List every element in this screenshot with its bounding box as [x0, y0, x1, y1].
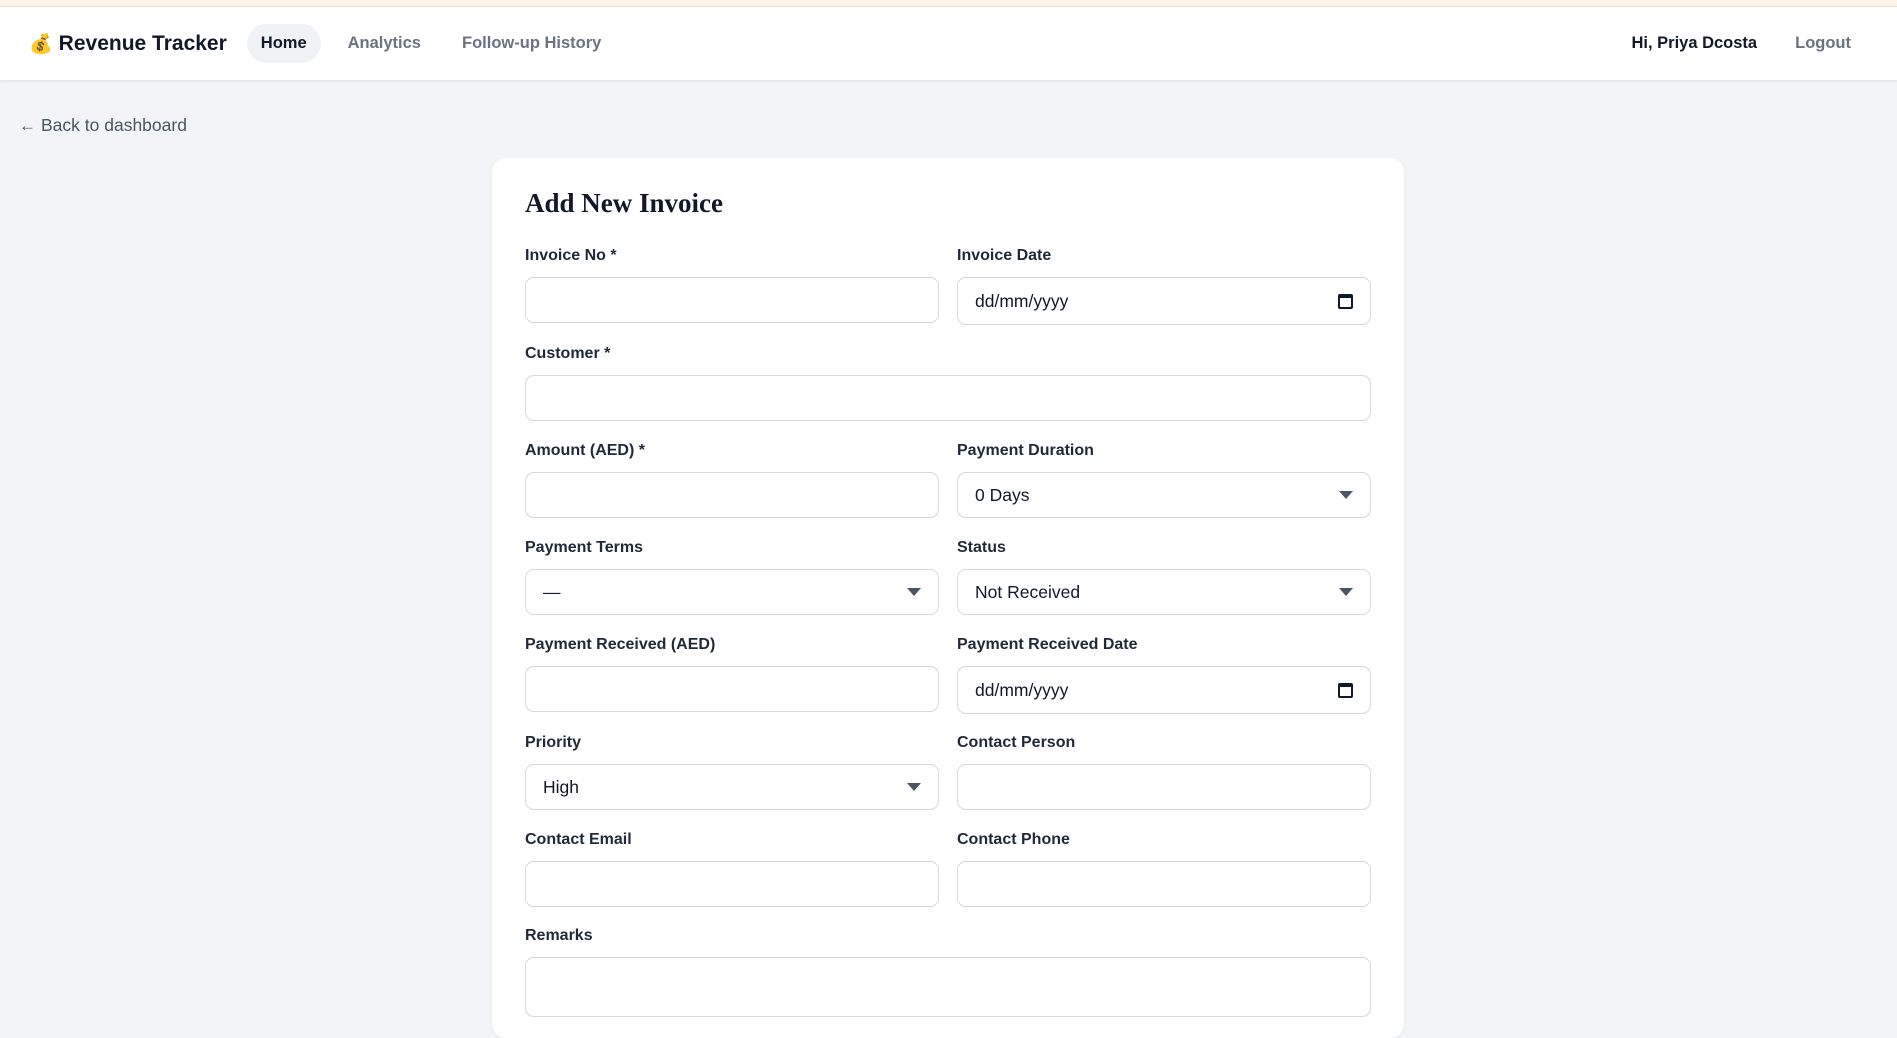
- amount-field: Amount (AED) *: [525, 442, 939, 518]
- page-title: Add New Invoice: [525, 188, 724, 218]
- status-select[interactable]: Not Received: [957, 569, 1371, 615]
- payment-duration-label: Payment Duration: [957, 442, 1094, 459]
- contact-phone-input[interactable]: [957, 861, 1371, 907]
- top-navbar: 💰 Revenue Tracker Home Analytics Follow-…: [0, 7, 1897, 81]
- remarks-textarea[interactable]: [525, 957, 1371, 1017]
- chevron-down-icon: [1339, 491, 1353, 499]
- contact-email-input[interactable]: [525, 861, 939, 907]
- user-greeting: Hi, Priya Dcosta: [1631, 34, 1758, 52]
- invoice-date-label: Invoice Date: [957, 247, 1052, 264]
- invoice-no-field: Invoice No *: [525, 247, 939, 323]
- nav-link-analytics[interactable]: Analytics: [334, 24, 435, 63]
- priority-label: Priority: [525, 734, 582, 751]
- invoice-no-label: Invoice No *: [525, 247, 617, 264]
- contact-phone-label: Contact Phone: [957, 831, 1070, 848]
- payment-received-date-placeholder: dd/mm/yyyy: [975, 679, 1069, 700]
- chevron-down-icon: [907, 588, 921, 596]
- invoice-date-input[interactable]: dd/mm/yyyy: [957, 277, 1371, 325]
- invoice-date-field: Invoice Date dd/mm/yyyy: [957, 247, 1371, 325]
- arrow-left-icon: ←: [19, 115, 36, 135]
- payment-received-input[interactable]: [525, 666, 939, 712]
- brand-name: Revenue Tracker: [58, 31, 227, 55]
- brand[interactable]: 💰 Revenue Tracker: [29, 32, 227, 56]
- payment-received-date-label: Payment Received Date: [957, 636, 1138, 653]
- nav-link-follow-up-history[interactable]: Follow-up History: [448, 24, 615, 63]
- contact-phone-field: Contact Phone: [957, 831, 1371, 907]
- top-accent-bar: [0, 0, 1897, 7]
- contact-email-field: Contact Email: [525, 831, 939, 907]
- payment-duration-select[interactable]: 0 Days: [957, 472, 1371, 518]
- payment-terms-value: —: [543, 581, 561, 602]
- customer-field: Customer *: [525, 345, 1371, 421]
- nav-user-area: Hi, Priya Dcosta Logout: [1631, 34, 1868, 53]
- back-link-label: Back to dashboard: [41, 115, 187, 135]
- amount-label: Amount (AED) *: [525, 442, 645, 459]
- payment-received-field: Payment Received (AED): [525, 636, 939, 712]
- money-bag-icon: 💰: [29, 33, 53, 55]
- chevron-down-icon: [1339, 588, 1353, 596]
- payment-received-date-field: Payment Received Date dd/mm/yyyy: [957, 636, 1371, 714]
- remarks-label: Remarks: [525, 927, 593, 944]
- priority-select[interactable]: High: [525, 764, 939, 810]
- chevron-down-icon: [907, 783, 921, 791]
- priority-value: High: [543, 776, 579, 797]
- customer-label: Customer *: [525, 345, 611, 362]
- contact-person-label: Contact Person: [957, 734, 1076, 751]
- remarks-field: Remarks: [525, 927, 1371, 1017]
- status-label: Status: [957, 539, 1006, 556]
- priority-field: Priority High: [525, 734, 939, 810]
- invoice-date-placeholder: dd/mm/yyyy: [975, 290, 1069, 311]
- contact-email-label: Contact Email: [525, 831, 632, 848]
- nav-link-home[interactable]: Home: [246, 24, 321, 63]
- amount-input[interactable]: [525, 472, 939, 518]
- back-to-dashboard-link[interactable]: ← Back to dashboard: [19, 115, 187, 136]
- logout-button[interactable]: Logout: [1795, 34, 1851, 53]
- payment-duration-field: Payment Duration 0 Days: [957, 442, 1371, 518]
- calendar-icon[interactable]: [1338, 682, 1353, 698]
- customer-input[interactable]: [525, 375, 1371, 421]
- payment-terms-field: Payment Terms —: [525, 539, 939, 615]
- status-field: Status Not Received: [957, 539, 1371, 615]
- status-value: Not Received: [975, 581, 1081, 602]
- contact-person-field: Contact Person: [957, 734, 1371, 810]
- invoice-no-input[interactable]: [525, 277, 939, 323]
- calendar-icon[interactable]: [1338, 293, 1353, 309]
- payment-received-date-input[interactable]: dd/mm/yyyy: [957, 666, 1371, 714]
- payment-terms-label: Payment Terms: [525, 539, 643, 556]
- payment-terms-select[interactable]: —: [525, 569, 939, 615]
- payment-duration-value: 0 Days: [975, 484, 1030, 505]
- payment-received-label: Payment Received (AED): [525, 636, 716, 653]
- add-invoice-card: Add New Invoice Invoice No * Invoice Dat…: [492, 158, 1404, 1038]
- contact-person-input[interactable]: [957, 764, 1371, 810]
